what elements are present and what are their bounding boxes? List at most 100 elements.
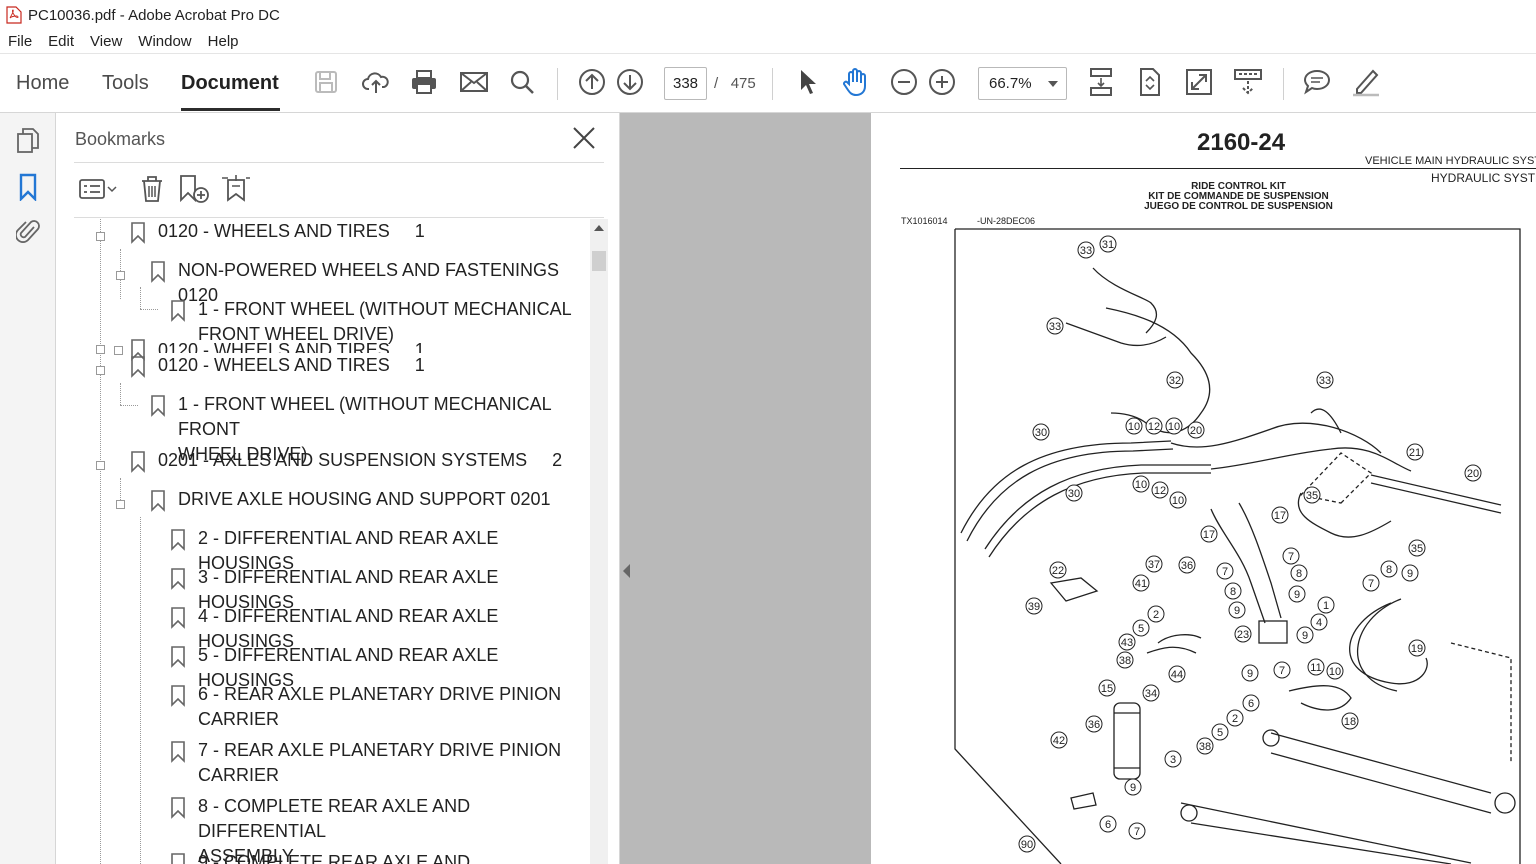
svg-text:7: 7 [1279, 665, 1285, 677]
svg-text:35: 35 [1306, 490, 1318, 502]
svg-text:7: 7 [1368, 578, 1374, 590]
comment-icon[interactable] [1301, 66, 1333, 98]
bookmark-label: 8 - COMPLETE REAR AXLE AND DIFFERENTIAL [198, 796, 471, 841]
close-icon[interactable] [571, 125, 597, 151]
bookmark-icon [171, 685, 185, 707]
expander-toggle[interactable] [116, 500, 125, 509]
page-thumbnails-icon[interactable] [12, 125, 44, 157]
page-number-input[interactable]: 338 [664, 67, 707, 100]
bookmark-item[interactable]: 0201 - AXLES AND SUSPENSION SYSTEMS 2 [158, 448, 562, 473]
menu-window[interactable]: Window [130, 33, 199, 50]
callout-7: 7 [1273, 661, 1291, 679]
chevron-down-icon [1048, 81, 1058, 87]
callout-17: 17 [1200, 525, 1218, 543]
full-screen-icon[interactable] [1183, 66, 1215, 98]
tab-home[interactable]: Home [16, 72, 69, 95]
fit-page-icon[interactable] [1134, 66, 1166, 98]
expander-toggle[interactable] [116, 271, 125, 280]
zoom-in-icon[interactable] [926, 66, 958, 98]
scroll-up-icon[interactable] [594, 225, 604, 231]
bookmark-item[interactable]: 0120 - WHEELS AND TIRES 1 [158, 219, 425, 244]
bookmark-page: 1 [414, 221, 425, 241]
tree-line [140, 287, 141, 309]
svg-text:20: 20 [1467, 468, 1479, 480]
expander-toggle[interactable] [114, 346, 123, 355]
search-icon[interactable] [506, 66, 538, 98]
expander-toggle[interactable] [96, 232, 105, 241]
options-menu-icon[interactable] [78, 171, 118, 207]
read-mode-icon[interactable] [1232, 66, 1264, 98]
new-bookmark-icon[interactable] [176, 171, 212, 207]
svg-text:1: 1 [1323, 600, 1329, 612]
delete-bookmark-icon[interactable] [134, 171, 170, 207]
tree-line [100, 219, 101, 864]
svg-text:8: 8 [1230, 586, 1236, 598]
next-page-icon[interactable] [614, 66, 646, 98]
menu-help[interactable]: Help [200, 33, 247, 50]
callout-10: 10 [1169, 491, 1187, 509]
upload-cloud-icon[interactable] [360, 66, 392, 98]
svg-text:8: 8 [1296, 568, 1302, 580]
scroll-thumb[interactable] [592, 251, 606, 271]
callout-10: 10 [1326, 662, 1344, 680]
toolbar-divider [1283, 68, 1284, 100]
svg-text:33: 33 [1080, 245, 1092, 257]
expander-toggle[interactable] [96, 345, 105, 354]
bookmarks-icon[interactable] [12, 171, 44, 203]
svg-text:33: 33 [1319, 375, 1331, 387]
callout-4: 4 [1310, 613, 1328, 631]
bookmarks-scrollbar[interactable] [590, 219, 608, 864]
callout-8: 8 [1380, 560, 1398, 578]
email-icon[interactable] [458, 66, 490, 98]
svg-text:4: 4 [1316, 617, 1322, 629]
bookmarks-toolbar [74, 171, 604, 211]
previous-page-icon[interactable] [576, 66, 608, 98]
svg-text:90: 90 [1021, 839, 1033, 851]
callout-12: 12 [1145, 417, 1163, 435]
callout-43: 43 [1118, 633, 1136, 651]
bookmark-item[interactable]: 1 - FRONT WHEEL (WITHOUT MECHANICAL FRONT… [198, 297, 572, 347]
panel-title: Bookmarks [75, 129, 166, 149]
tab-document[interactable]: Document [181, 72, 279, 95]
callout-9: 9 [1288, 585, 1306, 603]
hand-tool-icon[interactable] [839, 66, 871, 98]
callout-11: 11 [1307, 658, 1325, 676]
print-icon[interactable] [408, 66, 440, 98]
callout-20: 20 [1187, 421, 1205, 439]
parts-diagram: 33 31 33 32 33 30 30 10 12 10 20 10 12 1… [954, 228, 1521, 864]
callout-90: 90 [1018, 835, 1036, 853]
menu-edit[interactable]: Edit [40, 33, 82, 50]
bookmark-page: 1 [414, 355, 425, 375]
callout-41: 41 [1132, 574, 1150, 592]
bookmark-item[interactable]: DRIVE AXLE HOUSING AND SUPPORT 0201 [178, 487, 550, 512]
callout-10: 10 [1125, 417, 1143, 435]
expander-toggle[interactable] [96, 461, 105, 470]
svg-text:38: 38 [1199, 741, 1211, 753]
scrolling-mode-icon[interactable] [1085, 66, 1117, 98]
menu-file[interactable]: File [0, 33, 40, 50]
attachments-icon[interactable] [12, 215, 44, 247]
bookmark-item[interactable]: 7 - REAR AXLE PLANETARY DRIVE PINION CARR… [198, 738, 561, 788]
bookmark-item[interactable]: 6 - REAR AXLE PLANETARY DRIVE PINION CARR… [198, 682, 561, 732]
highlight-pen-icon[interactable] [1350, 66, 1382, 98]
callout-20: 20 [1464, 464, 1482, 482]
svg-text:44: 44 [1171, 669, 1183, 681]
bookmark-item[interactable]: 9 - COMPLETE REAR AXLE AND DIFFERENTIAL [198, 850, 590, 864]
select-cursor-icon[interactable] [791, 66, 823, 98]
tab-tools[interactable]: Tools [102, 72, 149, 95]
bookmark-icon [171, 741, 185, 763]
expander-toggle[interactable] [96, 366, 105, 375]
callout-2: 2 [1147, 605, 1165, 623]
bookmark-label: 9 - COMPLETE REAR AXLE AND DIFFERENTIAL [198, 852, 471, 864]
collapse-panel-icon[interactable] [623, 564, 630, 578]
bookmark-label: 7 - REAR AXLE PLANETARY DRIVE PINION [198, 740, 562, 760]
zoom-out-icon[interactable] [888, 66, 920, 98]
expand-bookmark-icon[interactable] [218, 171, 254, 207]
bookmark-item[interactable]: 0120 - WHEELS AND TIRES 1 [158, 353, 588, 378]
menu-view[interactable]: View [82, 33, 130, 50]
save-icon[interactable] [310, 66, 342, 98]
callout-2: 2 [1226, 709, 1244, 727]
callout-22: 22 [1049, 561, 1067, 579]
callout-17: 17 [1271, 506, 1289, 524]
zoom-level-select[interactable]: 66.7% [978, 67, 1067, 100]
